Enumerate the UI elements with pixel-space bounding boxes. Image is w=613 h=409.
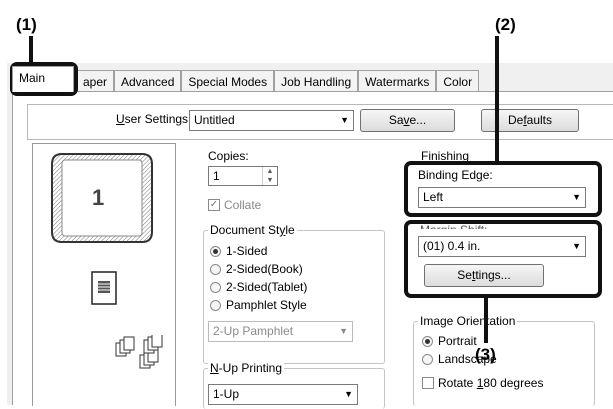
leader-line-2 <box>495 36 499 163</box>
tab-main[interactable]: Main <box>12 66 74 92</box>
nup-label: N-Up Printing <box>208 361 285 375</box>
chevron-down-icon: ▼ <box>344 389 353 399</box>
user-settings-select[interactable]: Untitled ▼ <box>189 110 354 131</box>
orientation-legend: Image Orientation <box>418 314 518 328</box>
collate-stack-icon <box>115 335 163 369</box>
user-settings-label: User Settings: <box>116 112 192 126</box>
tab-special-modes[interactable]: Special Modes <box>181 70 275 92</box>
callout-1: (1) <box>16 15 37 34</box>
pamphlet-select-value: 2-Up Pamphlet <box>213 324 294 338</box>
document-icon <box>91 271 117 305</box>
tab-bar: Main aper Advanced Special Modes Job Han… <box>12 66 480 92</box>
tab-color[interactable]: Color <box>436 70 480 92</box>
radio-2-sided-book-label: 2-Sided(Book) <box>226 262 303 276</box>
save-button[interactable]: Save... <box>360 109 455 132</box>
document-style-legend: Document Style <box>208 223 297 237</box>
radio-2-sided-tablet-label: 2-Sided(Tablet) <box>226 280 308 294</box>
callout-2: (2) <box>495 15 516 34</box>
tab-job-handling[interactable]: Job Handling <box>274 70 359 92</box>
radio-landscape[interactable] <box>422 354 433 365</box>
nup-select[interactable]: 1-Up ▼ <box>208 384 358 405</box>
radio-portrait-label: Portrait <box>438 334 477 348</box>
radio-1-sided[interactable] <box>210 246 221 257</box>
user-settings-value: Untitled <box>194 113 235 127</box>
radio-1-sided-label: 1-Sided <box>226 244 268 258</box>
tab-paper[interactable]: aper <box>74 70 114 92</box>
tab-watermarks[interactable]: Watermarks <box>358 70 437 92</box>
chevron-down-icon: ▼ <box>339 326 348 336</box>
callout-box-margin-settings <box>404 220 602 298</box>
radio-2-sided-tablet[interactable] <box>210 282 221 293</box>
leader-line-3 <box>484 298 488 343</box>
collate-checkbox[interactable]: ✓ <box>208 199 220 211</box>
copies-spinner[interactable]: 1 ▲ ▼ <box>208 166 278 186</box>
radio-2-sided-book[interactable] <box>210 264 221 275</box>
nup-select-value: 1-Up <box>213 387 240 401</box>
pamphlet-select[interactable]: 2-Up Pamphlet ▼ <box>208 321 353 342</box>
radio-portrait[interactable] <box>422 336 433 347</box>
copies-value: 1 <box>213 169 220 183</box>
tab-advanced[interactable]: Advanced <box>114 70 182 92</box>
rotate-180-label: Rotate 180 degrees <box>438 376 544 390</box>
callout-box-binding-edge <box>404 161 602 217</box>
collate-label: Collate <box>224 198 262 212</box>
callout-3: (3) <box>475 345 496 364</box>
preview-page-number: 1 <box>92 185 105 210</box>
radio-pamphlet-style[interactable] <box>210 300 221 311</box>
copies-label: Copies: <box>208 149 249 163</box>
leader-line-1 <box>29 36 33 65</box>
chevron-down-icon: ▼ <box>340 115 349 125</box>
spinner-arrows-icon[interactable]: ▲ ▼ <box>262 167 277 185</box>
rotate-180-checkbox[interactable] <box>422 377 434 389</box>
radio-pamphlet-style-label: Pamphlet Style <box>226 298 307 312</box>
